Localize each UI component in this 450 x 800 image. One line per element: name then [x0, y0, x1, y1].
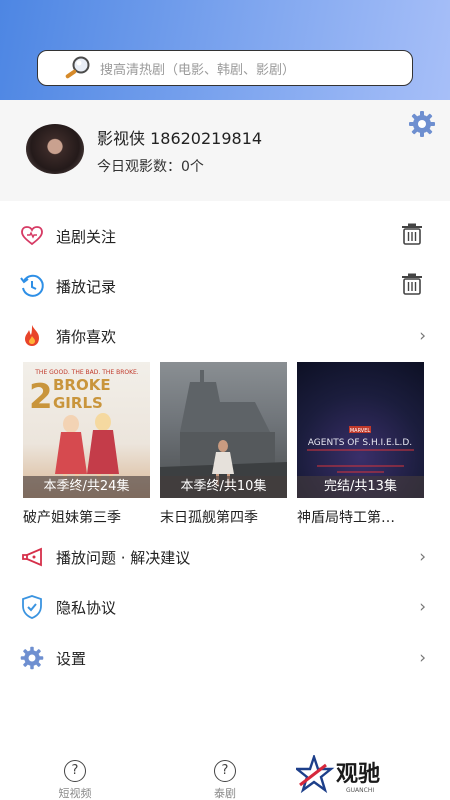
user-name: 影视侠 18620219814 [97, 129, 263, 148]
search-icon [62, 55, 94, 81]
svg-text:GIRLS: GIRLS [53, 394, 103, 412]
trash-icon[interactable] [400, 222, 424, 250]
menu-history-label: 播放记录 [56, 277, 117, 296]
settings-gear-icon[interactable] [407, 109, 437, 139]
chevron-right-icon: › [419, 547, 426, 567]
menu-privacy-label: 隐私协议 [56, 598, 117, 617]
card-title: 破产姐妹第三季 [23, 510, 121, 526]
heart-icon [19, 223, 45, 249]
brand-sub: GUANCHI [346, 787, 374, 794]
question-icon: ? [214, 760, 236, 782]
menu-privacy[interactable]: 隐私协议 › [0, 583, 450, 631]
poster-tagline: THE GOOD. THE BAD. THE BROKE. [34, 369, 139, 376]
menu-follow-label: 追剧关注 [56, 227, 117, 246]
menu-feedback[interactable]: 播放问题 · 解决建议 › [0, 533, 450, 581]
trash-icon[interactable] [400, 272, 424, 300]
feedback-megaphone-icon [19, 544, 45, 570]
menu-guess[interactable]: 猜你喜欢 › [0, 312, 450, 360]
recommend-list: THE GOOD. THE BAD. THE BROKE. 2 BROKE GI… [23, 362, 424, 527]
poster-image: THE GOOD. THE BAD. THE BROKE. 2 BROKE GI… [23, 362, 150, 498]
shield-icon [19, 594, 45, 620]
svg-text:BROKE: BROKE [53, 376, 111, 394]
gear-icon [19, 645, 45, 671]
search-bar[interactable]: 搜高清热剧（电影、韩剧、影剧） [37, 50, 413, 86]
brand-name: 观驰 [336, 762, 380, 787]
menu-settings[interactable]: 设置 › [0, 634, 450, 682]
today-watch-count: 今日观影数：0个 [97, 159, 204, 175]
episode-badge: 本季终/共10集 [160, 476, 287, 498]
menu-feedback-label: 播放问题 · 解决建议 [56, 548, 191, 567]
card-title: 神盾局特工第… [297, 510, 395, 526]
chevron-right-icon: › [419, 597, 426, 617]
profile-section [0, 100, 450, 201]
svg-text:2: 2 [29, 377, 53, 417]
menu-settings-label: 设置 [56, 649, 87, 668]
history-clock-icon [19, 273, 45, 299]
menu-follow[interactable]: 追剧关注 [0, 212, 450, 260]
poster-brand: MARVEL [350, 428, 371, 434]
episode-badge: 完结/共13集 [297, 476, 424, 498]
tab-label: 短视频 [58, 787, 92, 800]
menu-guess-label: 猜你喜欢 [56, 327, 117, 346]
episode-badge: 本季终/共24集 [23, 476, 150, 498]
chevron-right-icon: › [419, 326, 426, 346]
recommend-card[interactable]: 本季终/共10集 末日孤舰第四季 [160, 362, 287, 527]
poster-image: MARVEL AGENTS OF S.H.I.E.L.D. 完结/共13集 [297, 362, 424, 498]
chevron-right-icon: › [419, 648, 426, 668]
recommend-card[interactable]: THE GOOD. THE BAD. THE BROKE. 2 BROKE GI… [23, 362, 150, 527]
fire-icon [19, 323, 45, 349]
search-placeholder: 搜高清热剧（电影、韩剧、影剧） [100, 62, 296, 78]
tab-label: 泰剧 [214, 787, 236, 800]
question-icon: ? [64, 760, 86, 782]
card-title: 末日孤舰第四季 [160, 510, 258, 526]
brand-logo: 观驰 GUANCHI [293, 753, 406, 795]
avatar[interactable] [26, 124, 84, 174]
recommend-card[interactable]: MARVEL AGENTS OF S.H.I.E.L.D. 完结/共13集 神盾… [297, 362, 424, 527]
poster-title: AGENTS OF S.H.I.E.L.D. [308, 438, 412, 448]
tab-thai-drama[interactable]: ? 泰剧 [195, 760, 255, 800]
header-banner: 搜高清热剧（电影、韩剧、影剧） [0, 0, 450, 100]
tab-short-video[interactable]: ? 短视频 [45, 760, 105, 800]
poster-image: 本季终/共10集 [160, 362, 287, 498]
menu-history[interactable]: 播放记录 [0, 262, 450, 310]
